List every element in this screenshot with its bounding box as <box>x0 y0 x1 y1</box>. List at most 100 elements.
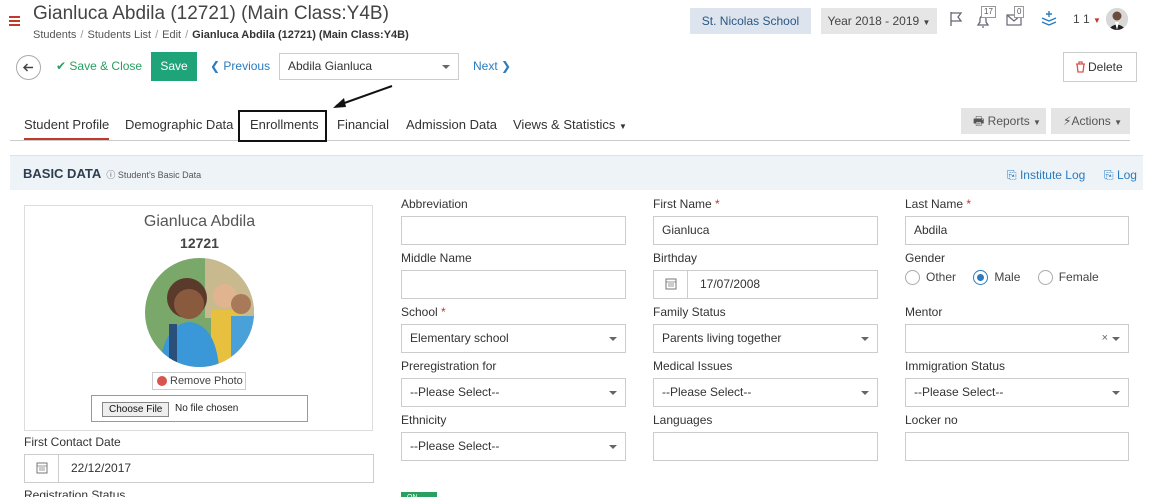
flag-icon[interactable] <box>948 11 964 27</box>
calendar-icon[interactable] <box>25 455 59 482</box>
gender-label: Gender <box>905 251 946 265</box>
preregistration-select-value: --Please Select-- <box>410 385 500 399</box>
institute-log-link[interactable]: ⎘ Institute Log <box>1007 168 1085 183</box>
family-status-select[interactable]: Parents living together <box>653 324 878 353</box>
breadcrumb-edit[interactable]: Edit <box>162 29 181 41</box>
required-asterisk: * <box>441 305 446 319</box>
breadcrumb-students-list[interactable]: Students List <box>87 29 151 41</box>
last-name-input[interactable]: Abdila <box>905 216 1129 245</box>
institute-log-label: Institute Log <box>1019 168 1086 182</box>
first-contact-date-input[interactable]: 22/12/2017 <box>24 454 374 483</box>
save-and-close-button[interactable]: ✔ Save & Close <box>56 59 142 73</box>
birthday-value: 17/07/2008 <box>700 277 761 291</box>
remove-photo-label: Remove Photo <box>170 375 243 387</box>
last-name-label-text: Last Name <box>905 197 964 211</box>
chevron-down-icon <box>442 65 450 73</box>
panel-title: BASIC DATA ⓘ Student's Basic Data <box>23 166 201 181</box>
clear-icon[interactable]: × <box>1102 325 1108 352</box>
user-avatar[interactable] <box>1106 8 1128 30</box>
locker-no-input[interactable] <box>905 432 1129 461</box>
history-icon: ⎘ <box>1007 168 1017 182</box>
chevron-down-icon: ▼ <box>922 18 931 27</box>
medical-issues-select[interactable]: --Please Select-- <box>653 378 878 407</box>
family-status-select-value: Parents living together <box>662 331 782 345</box>
chevron-down-icon <box>1112 337 1120 345</box>
ethnicity-select[interactable]: --Please Select-- <box>401 432 626 461</box>
family-status-label: Family Status <box>653 305 726 319</box>
languages-input[interactable] <box>653 432 878 461</box>
choose-file-button[interactable]: Choose File <box>102 402 170 417</box>
on-toggle[interactable]: ON <box>401 492 437 497</box>
year-selector-button[interactable]: Year 2018 - 2019 ▼ <box>821 8 937 34</box>
remove-photo-button[interactable]: Remove Photo <box>152 372 246 390</box>
last-name-label: Last Name * <box>905 197 971 211</box>
gender-option-male[interactable]: Male <box>973 270 1020 286</box>
radio-icon <box>1037 270 1053 286</box>
student-photo <box>145 258 254 367</box>
immigration-status-select[interactable]: --Please Select-- <box>905 378 1129 407</box>
school-selector-button[interactable]: St. Nicolas School <box>690 8 811 34</box>
abbreviation-input[interactable] <box>401 216 626 245</box>
gender-radio-group: Other Male Female <box>905 270 1113 286</box>
panel-title-text: BASIC DATA <box>23 166 101 181</box>
chevron-down-icon: ▼ <box>618 122 627 131</box>
first-name-input[interactable]: Gianluca <box>653 216 878 245</box>
required-asterisk: * <box>966 197 972 211</box>
breadcrumb-students[interactable]: Students <box>33 29 76 41</box>
preregistration-label: Preregistration for <box>401 359 497 373</box>
tab-views-statistics[interactable]: Views & Statistics ▼ <box>513 117 627 132</box>
registration-status-label: Registration Status <box>24 488 126 497</box>
first-contact-date-label: First Contact Date <box>24 435 121 449</box>
previous-button[interactable]: ❮ Previous <box>210 59 270 73</box>
actions-label: Actions <box>1071 114 1111 128</box>
calendar-icon[interactable] <box>654 271 688 298</box>
school-select[interactable]: Elementary school <box>401 324 626 353</box>
school-label: School * <box>401 305 446 319</box>
tab-student-profile[interactable]: Student Profile <box>24 117 110 140</box>
gender-option-label: Other <box>926 270 957 285</box>
hamburger-menu-icon[interactable] <box>9 16 20 27</box>
user-menu-label[interactable]: 1 1 ▼ <box>1073 12 1101 26</box>
student-select-value: Abdila Gianluca <box>288 59 373 73</box>
chevron-right-icon: ❯ <box>501 59 512 73</box>
middle-name-input[interactable] <box>401 270 626 299</box>
next-button[interactable]: Next ❯ <box>473 59 511 73</box>
abbreviation-label: Abbreviation <box>401 197 468 211</box>
school-select-value: Elementary school <box>410 331 509 345</box>
layers-icon[interactable] <box>1040 10 1058 28</box>
tab-admission-data[interactable]: Admission Data <box>406 117 497 132</box>
gender-option-other[interactable]: Other <box>905 270 957 286</box>
panel-subtitle-text: Student's Basic Data <box>117 170 202 180</box>
reports-label: Reports <box>987 114 1030 128</box>
panel-subtitle: ⓘ Student's Basic Data <box>106 170 201 180</box>
mentor-select[interactable]: × <box>905 324 1129 353</box>
save-button[interactable]: Save <box>151 52 197 81</box>
first-name-label: First Name * <box>653 197 720 211</box>
tab-financial[interactable]: Financial <box>337 117 389 132</box>
tab-views-label: Views & Statistics <box>513 117 616 132</box>
birthday-input[interactable]: 17/07/2008 <box>653 270 878 299</box>
delete-button[interactable]: Delete <box>1063 52 1137 82</box>
chevron-left-icon: ❮ <box>210 59 221 73</box>
page-header: Gianluca Abdila (12721) (Main Class:Y4B)… <box>0 0 1149 46</box>
student-select[interactable]: Abdila Gianluca <box>279 53 459 80</box>
school-label-text: School <box>401 305 438 319</box>
preregistration-select[interactable]: --Please Select-- <box>401 378 626 407</box>
gender-option-label: Female <box>1058 270 1099 285</box>
reports-button[interactable]: 🖶 Reports ▼ <box>961 108 1046 134</box>
gender-option-female[interactable]: Female <box>1037 270 1099 286</box>
back-button[interactable] <box>16 55 41 80</box>
photo-file-input[interactable]: Choose File No file chosen <box>91 395 308 422</box>
log-link[interactable]: ⎘ Log <box>1104 168 1137 183</box>
chevron-down-icon <box>1112 391 1120 399</box>
mail-badge: 0 <box>1014 6 1025 18</box>
tab-demographic-data[interactable]: Demographic Data <box>125 117 233 132</box>
actions-button[interactable]: ⚡Actions ▼ <box>1051 108 1130 134</box>
student-photo-card: Gianluca Abdila 12721 Remove Photo Choos… <box>24 205 373 431</box>
save-and-close-label: Save & Close <box>69 59 143 73</box>
first-name-label-text: First Name <box>653 197 712 211</box>
chevron-down-icon: ▼ <box>1114 118 1123 127</box>
basic-data-panel-header: BASIC DATA ⓘ Student's Basic Data ⎘ Inst… <box>10 155 1143 190</box>
locker-no-label: Locker no <box>905 413 958 427</box>
chevron-down-icon: ▼ <box>1033 118 1041 127</box>
